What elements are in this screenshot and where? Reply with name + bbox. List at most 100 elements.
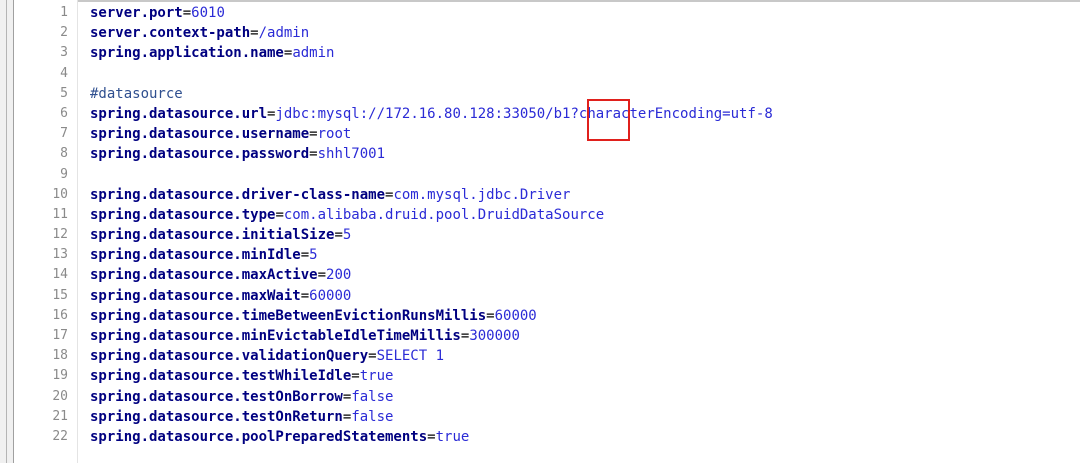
property-value: true	[359, 368, 394, 385]
property-key: spring.datasource.timeBetweenEvictionRun…	[90, 307, 487, 324]
property-key: spring.datasource.type	[90, 206, 276, 223]
code-line-14[interactable]: 14 spring.datasource.maxActive=200	[14, 265, 1074, 285]
code-line-21[interactable]: 21 spring.datasource.testOnReturn=false	[14, 407, 1074, 427]
code-line-9[interactable]: 9	[14, 165, 1074, 185]
property-value: SELECT 1	[376, 348, 445, 365]
equals-sign: =	[368, 348, 377, 365]
line-number: 4	[60, 65, 68, 81]
property-key: spring.datasource.maxActive	[90, 267, 318, 284]
code-line-6[interactable]: 6 spring.datasource.url=jdbc:mysql://172.…	[14, 104, 1074, 124]
property-key: spring.datasource.driver-class-name	[90, 186, 386, 203]
line-number: 15	[52, 287, 68, 303]
equals-sign: =	[300, 247, 310, 264]
code-line-5[interactable]: 5 #datasource	[14, 84, 1074, 104]
property-value: jdbc:mysql://172.16.80.128:33050/b1?char…	[275, 105, 773, 122]
comment-text: #datasource	[90, 85, 183, 102]
equals-sign: =	[309, 146, 318, 163]
property-value: root	[317, 126, 352, 143]
property-value: true	[435, 428, 470, 445]
line-number: 21	[52, 408, 68, 424]
property-value: /admin	[258, 25, 310, 42]
code-line-10[interactable]: 10 spring.datasource.driver-class-name=co…	[14, 185, 1074, 205]
property-key: spring.datasource.poolPreparedStatements	[90, 428, 428, 445]
equals-sign: =	[182, 5, 192, 21]
code-line-8[interactable]: 8 spring.datasource.password=shhl7001	[14, 144, 1074, 164]
line-number: 10	[52, 186, 68, 202]
property-value: com.alibaba.druid.pool.DruidDataSource	[283, 206, 605, 223]
line-number: 2	[60, 25, 68, 41]
property-key: spring.datasource.initialSize	[90, 227, 335, 244]
property-value: 5	[342, 227, 352, 244]
code-line-22[interactable]: 22 spring.datasource.poolPreparedStatemen…	[14, 427, 1074, 447]
property-value: 5	[309, 247, 318, 264]
code-line-13[interactable]: 13 spring.datasource.minIdle=5	[14, 245, 1074, 265]
code-line-2[interactable]: 2 server.context-path=/admin	[14, 23, 1074, 43]
property-key: spring.datasource.maxWait	[90, 287, 301, 304]
equals-sign: =	[250, 25, 259, 42]
top-border	[0, 0, 1080, 2]
property-value: com.mysql.jdbc.Driver	[393, 186, 571, 203]
property-key: spring.datasource.minIdle	[90, 247, 301, 264]
property-value: 60000	[494, 307, 537, 324]
line-number: 14	[52, 267, 68, 283]
code-lines[interactable]: 1 server.port=6010 2 server.context-path=/…	[14, 3, 1074, 447]
property-key: spring.datasource.username	[90, 126, 310, 143]
line-number: 12	[52, 227, 68, 243]
code-line-7[interactable]: 7 spring.datasource.username=root	[14, 124, 1074, 144]
equals-sign: =	[317, 267, 327, 284]
property-key: spring.datasource.testOnReturn	[90, 408, 343, 425]
equals-sign: =	[351, 368, 360, 385]
equals-sign: =	[275, 206, 284, 223]
line-number: 9	[60, 166, 68, 182]
property-value: admin	[292, 45, 335, 62]
property-key: spring.datasource.url	[90, 105, 268, 122]
property-value: 200	[326, 267, 352, 284]
line-number: 1	[60, 5, 68, 20]
line-number: 8	[60, 146, 68, 162]
property-key: spring.datasource.testOnBorrow	[90, 388, 343, 405]
equals-sign: =	[334, 227, 343, 244]
line-number: 17	[52, 328, 68, 343]
code-line-18[interactable]: 18 spring.datasource.validationQuery=SELE…	[14, 346, 1074, 366]
property-key: server.context-path	[90, 25, 251, 42]
line-number: 18	[52, 348, 68, 364]
property-value: 6010	[191, 5, 225, 21]
code-line-4[interactable]: 4	[14, 64, 1074, 84]
equals-sign: =	[309, 126, 318, 143]
code-line-20[interactable]: 20 spring.datasource.testOnBorrow=false	[14, 387, 1074, 407]
property-key: spring.datasource.testWhileIdle	[90, 368, 352, 385]
code-line-16[interactable]: 16 spring.datasource.timeBetweenEvictionR…	[14, 306, 1074, 326]
code-line-12[interactable]: 12 spring.datasource.initialSize=5	[14, 225, 1074, 245]
line-number: 13	[52, 247, 68, 263]
line-number: 6	[60, 105, 68, 121]
property-key: spring.application.name	[90, 45, 284, 62]
property-key: spring.datasource.password	[90, 146, 310, 163]
line-number: 3	[60, 45, 68, 61]
line-number: 19	[52, 368, 68, 384]
equals-sign: =	[300, 287, 310, 304]
equals-sign: =	[427, 428, 436, 445]
line-number: 7	[60, 126, 68, 142]
code-line-19[interactable]: 19 spring.datasource.testWhileIdle=true	[14, 366, 1074, 386]
code-line-15[interactable]: 15 spring.datasource.maxWait=60000	[14, 286, 1074, 306]
line-number: 22	[52, 428, 68, 444]
code-line-3[interactable]: 3 spring.application.name=admin	[14, 43, 1074, 63]
line-number: 11	[52, 206, 68, 222]
left-panel-edge	[0, 0, 14, 463]
property-key: spring.datasource.validationQuery	[90, 348, 369, 365]
property-value: false	[351, 408, 394, 425]
property-key: server.port	[90, 5, 183, 21]
code-line-11[interactable]: 11 spring.datasource.type=com.alibaba.dru…	[14, 205, 1074, 225]
line-number: 5	[60, 85, 68, 101]
property-value: 300000	[469, 328, 520, 344]
code-editor[interactable]: 1 server.port=6010 2 server.context-path=/…	[0, 0, 1080, 463]
code-line-1[interactable]: 1 server.port=6010	[14, 3, 1074, 23]
annotation-highlight-box	[587, 99, 630, 141]
property-key: spring.datasource.minEvictableIdleTimeMi…	[90, 328, 461, 344]
property-value: false	[351, 388, 394, 405]
property-value: shhl7001	[317, 146, 386, 163]
code-line-17[interactable]: 17 spring.datasource.minEvictableIdleTime…	[14, 326, 1074, 346]
line-number: 16	[52, 307, 68, 323]
line-number: 20	[52, 388, 68, 404]
property-value: 60000	[309, 287, 352, 304]
